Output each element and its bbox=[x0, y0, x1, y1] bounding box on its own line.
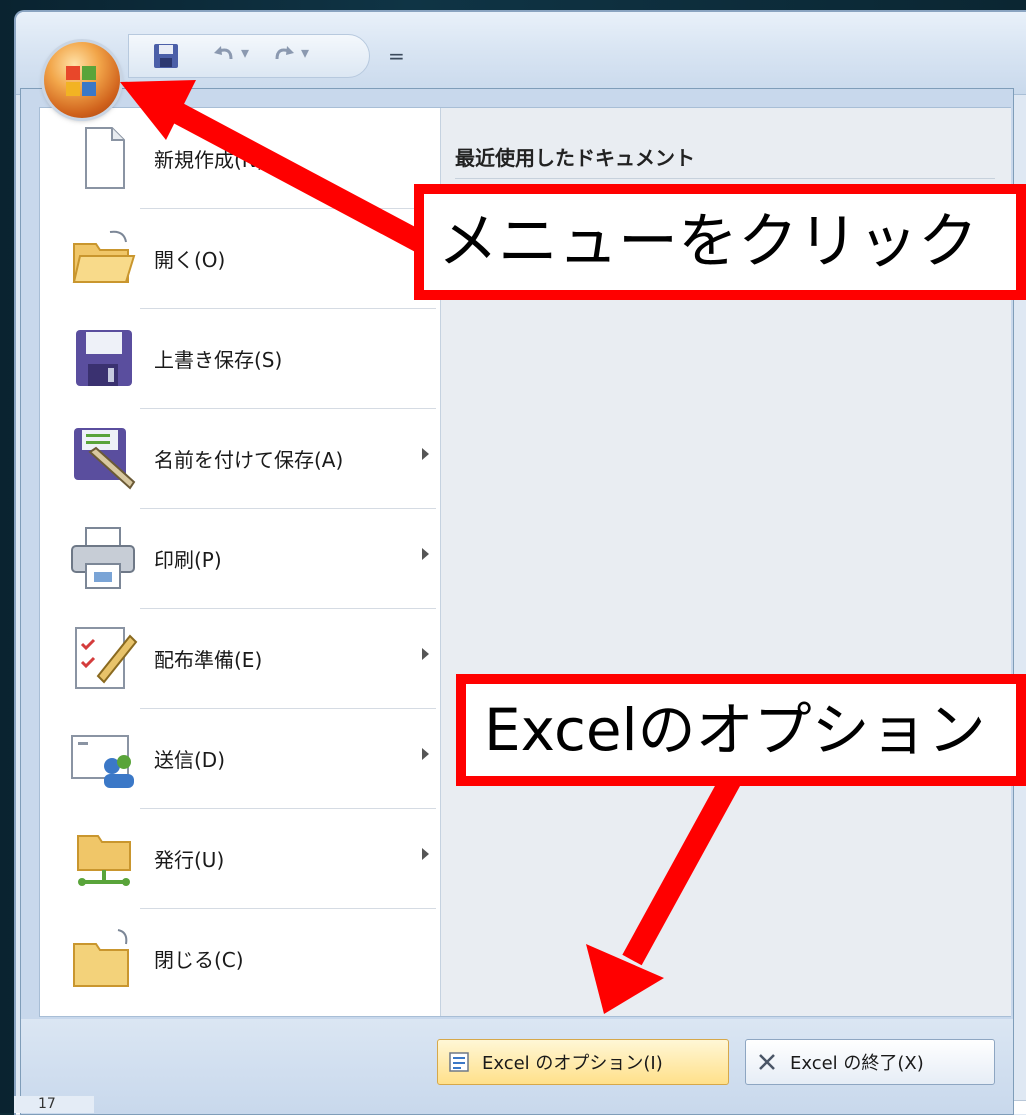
divider bbox=[455, 178, 995, 179]
submenu-arrow-icon bbox=[422, 548, 429, 560]
exit-excel-label: Excel の終了(X) bbox=[790, 1053, 924, 1074]
submenu-arrow-icon bbox=[422, 848, 429, 860]
menu-item-label: 閉じる(C) bbox=[154, 948, 244, 972]
annotation-callout-click-menu: メニューをクリック bbox=[414, 184, 1026, 300]
new-document-icon bbox=[85, 127, 125, 189]
submenu-arrow-icon bbox=[422, 648, 429, 660]
save-icon bbox=[76, 330, 132, 386]
office-orb-icon bbox=[66, 66, 96, 96]
prepare-icon bbox=[75, 627, 138, 689]
menu-item-label: 送信(D) bbox=[154, 748, 226, 772]
excel-options-button[interactable]: Excel のオプション(I) bbox=[437, 1039, 729, 1085]
menu-item-label: 名前を付けて保存(A) bbox=[154, 448, 344, 472]
options-icon bbox=[449, 1052, 469, 1072]
floppy-save-icon[interactable] bbox=[151, 41, 181, 71]
menu-item-close[interactable]: 閉じる(C) bbox=[40, 908, 440, 1008]
menu-footer: Excel のオプション(I) Excel の終了(X) bbox=[21, 1019, 1013, 1114]
menu-item-label: 新規作成(N) bbox=[154, 148, 265, 172]
quick-access-toolbar: ▾ ▾ bbox=[128, 34, 370, 78]
menu-item-open[interactable]: 開く(O) bbox=[40, 208, 440, 308]
menu-item-label: 上書き保存(S) bbox=[154, 348, 283, 372]
redo-dropdown-icon[interactable]: ▾ bbox=[301, 43, 309, 62]
save-as-icon bbox=[74, 428, 136, 490]
menu-item-new[interactable]: 新規作成(N) bbox=[40, 108, 440, 208]
title-bar: ▾ ▾ = bbox=[16, 12, 1026, 95]
menu-item-label: 開く(O) bbox=[154, 248, 226, 272]
publish-icon bbox=[77, 835, 131, 886]
excel-options-label: Excel のオプション(I) bbox=[482, 1053, 663, 1074]
menu-item-label: 印刷(P) bbox=[154, 548, 222, 572]
menu-item-label: 発行(U) bbox=[154, 848, 225, 872]
menu-item-send[interactable]: 送信(D) bbox=[40, 708, 440, 808]
close-icon bbox=[759, 1054, 775, 1070]
redo-icon[interactable] bbox=[269, 41, 299, 71]
annotation-callout-excel-options: Excelのオプション bbox=[456, 674, 1026, 786]
row-header: 17 bbox=[14, 1096, 94, 1113]
submenu-arrow-icon bbox=[422, 748, 429, 760]
recent-documents-title: 最近使用したドキュメント bbox=[455, 146, 695, 170]
undo-dropdown-icon[interactable]: ▾ bbox=[241, 43, 249, 62]
menu-item-save[interactable]: 上書き保存(S) bbox=[40, 308, 440, 408]
send-icon bbox=[71, 735, 134, 788]
printer-icon bbox=[71, 527, 135, 589]
office-button[interactable] bbox=[44, 42, 120, 118]
submenu-arrow-icon bbox=[422, 448, 429, 460]
open-folder-icon bbox=[72, 230, 136, 283]
menu-commands: 新規作成(N) 開く(O) 上書き保存(S) 名前を付けて保存(A) 印刷(P)… bbox=[40, 108, 440, 1016]
customize-qat-button[interactable]: = bbox=[388, 44, 405, 68]
menu-item-prepare[interactable]: 配布準備(E) bbox=[40, 608, 440, 708]
close-folder-icon bbox=[73, 929, 129, 987]
menu-item-publish[interactable]: 発行(U) bbox=[40, 808, 440, 908]
menu-item-print[interactable]: 印刷(P) bbox=[40, 508, 440, 608]
undo-icon[interactable] bbox=[209, 41, 239, 71]
exit-excel-button[interactable]: Excel の終了(X) bbox=[745, 1039, 995, 1085]
menu-item-label: 配布準備(E) bbox=[154, 648, 263, 672]
menu-item-save-as[interactable]: 名前を付けて保存(A) bbox=[40, 408, 440, 508]
